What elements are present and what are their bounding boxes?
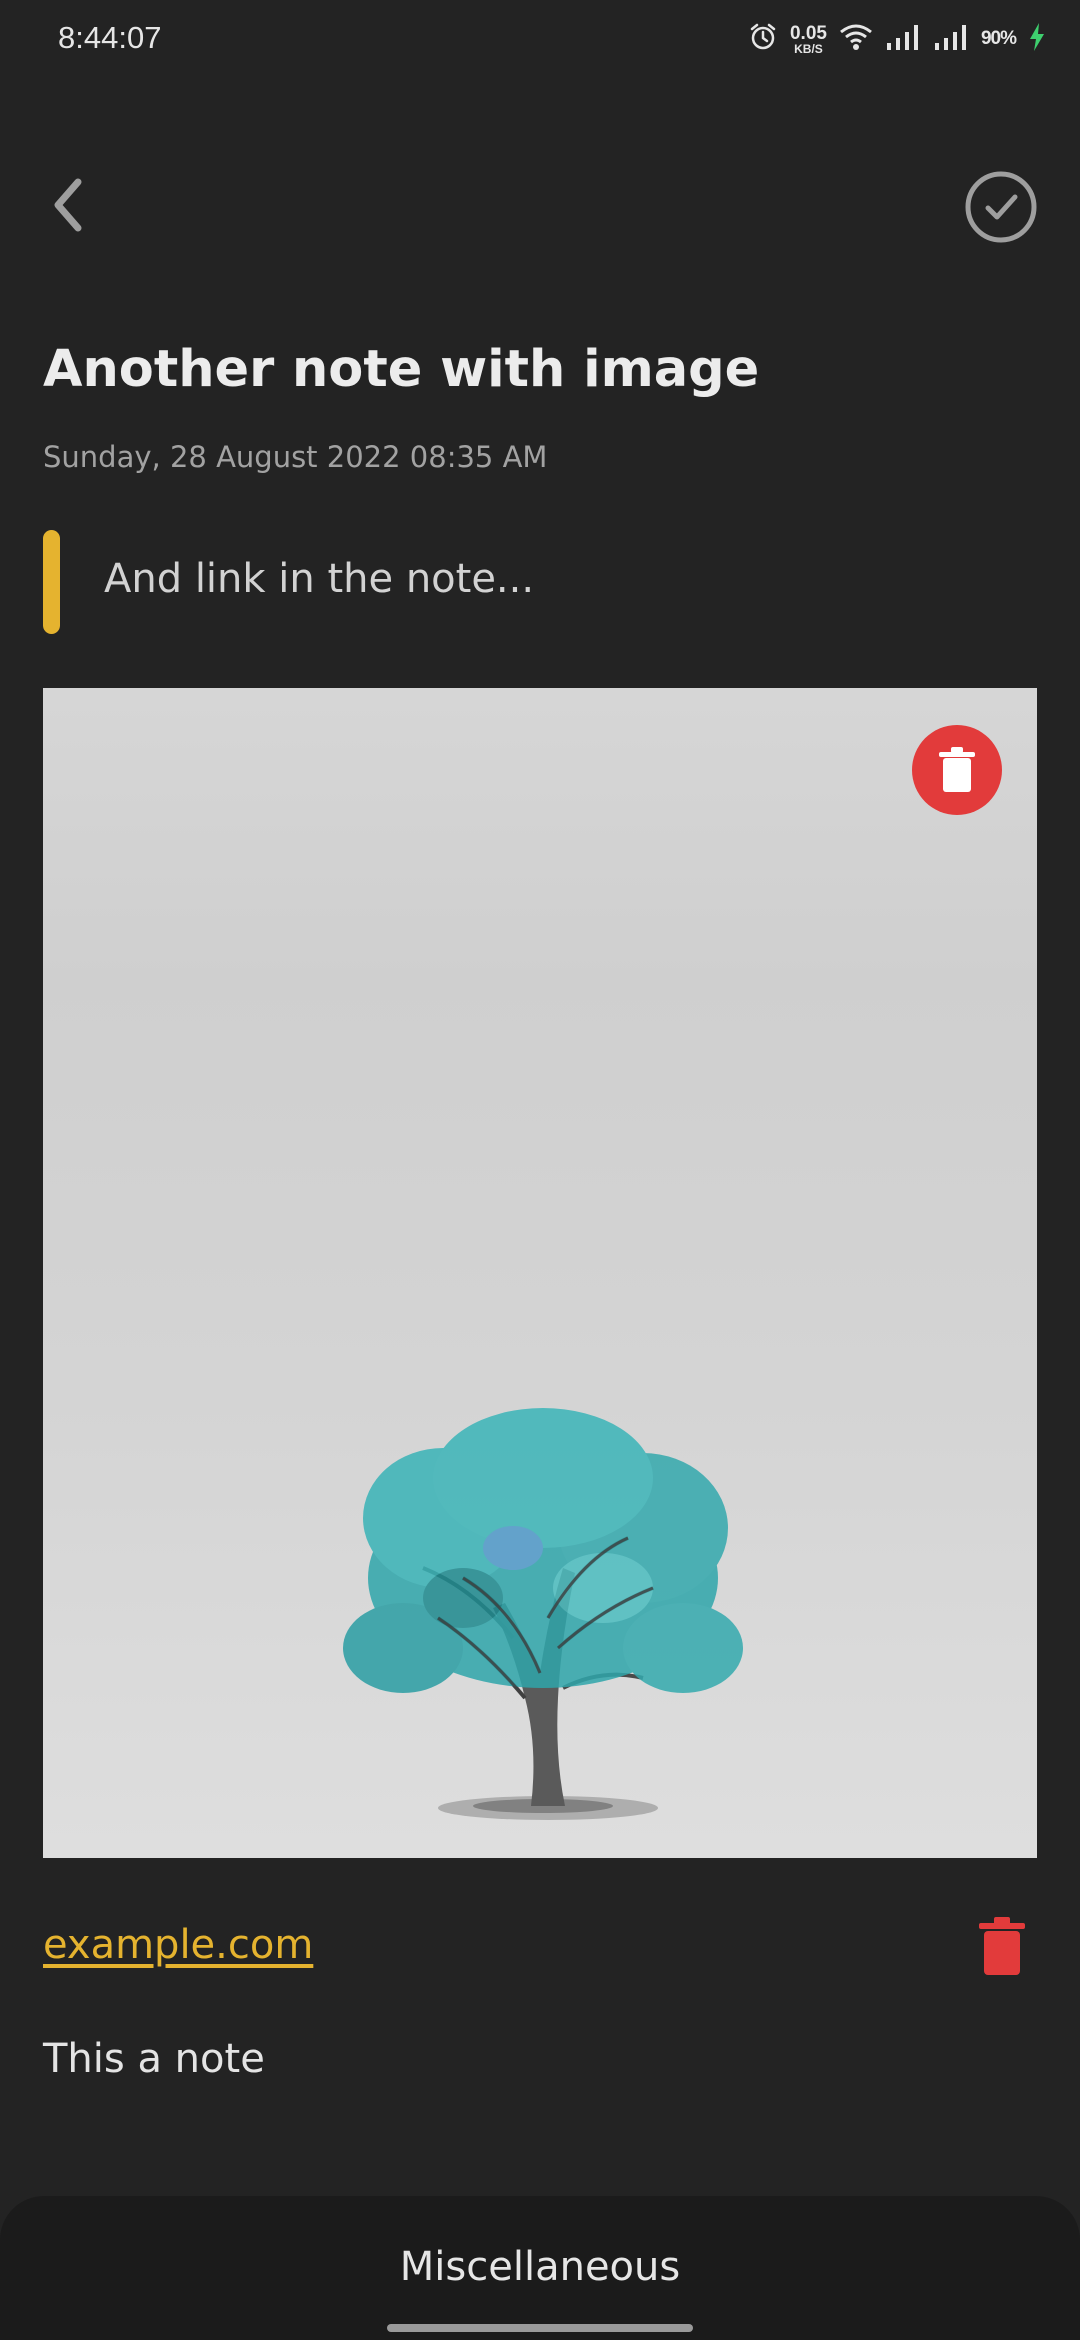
note-link[interactable]: example.com	[43, 1922, 313, 1968]
note-image[interactable]	[43, 688, 1037, 1858]
trash-icon	[939, 747, 975, 792]
back-button[interactable]	[44, 170, 104, 240]
check-circle-icon	[965, 171, 1037, 243]
signal-icon	[933, 23, 969, 55]
note-editor-screen: 8:44:07 0.05 KB/S 90% Another note with …	[0, 0, 1080, 2340]
tree-watercolor-image	[343, 1408, 743, 1820]
note-body-text[interactable]: This a note	[43, 2036, 265, 2082]
signal-icon	[885, 23, 921, 55]
miscellaneous-label[interactable]: Miscellaneous	[0, 2244, 1080, 2290]
note-subtitle[interactable]: And link in the note...	[104, 556, 534, 602]
chevron-left-icon	[54, 178, 82, 232]
network-speed-value: 0.05	[789, 22, 827, 44]
charging-icon	[1028, 22, 1046, 56]
home-indicator[interactable]	[387, 2324, 693, 2332]
note-date: Sunday, 28 August 2022 08:35 AM	[43, 440, 548, 474]
delete-link-button[interactable]	[978, 1917, 1026, 1977]
network-speed-unit: KB/S	[794, 41, 823, 56]
save-button[interactable]	[964, 170, 1038, 244]
delete-image-button[interactable]	[912, 725, 1002, 815]
status-icons: 0.05 KB/S 90%	[748, 22, 1046, 56]
status-bar: 8:44:07 0.05 KB/S 90%	[0, 0, 1080, 80]
network-speed: 0.05 KB/S	[790, 24, 827, 55]
subtitle-indicator	[43, 530, 60, 634]
miscellaneous-sheet[interactable]: Miscellaneous	[0, 2196, 1080, 2340]
battery-level: 90%	[980, 28, 1017, 49]
status-time: 8:44:07	[58, 20, 162, 55]
trash-icon	[979, 1917, 1025, 1975]
wifi-icon	[839, 23, 873, 55]
note-title[interactable]: Another note with image	[43, 340, 759, 399]
alarm-icon	[748, 22, 778, 56]
